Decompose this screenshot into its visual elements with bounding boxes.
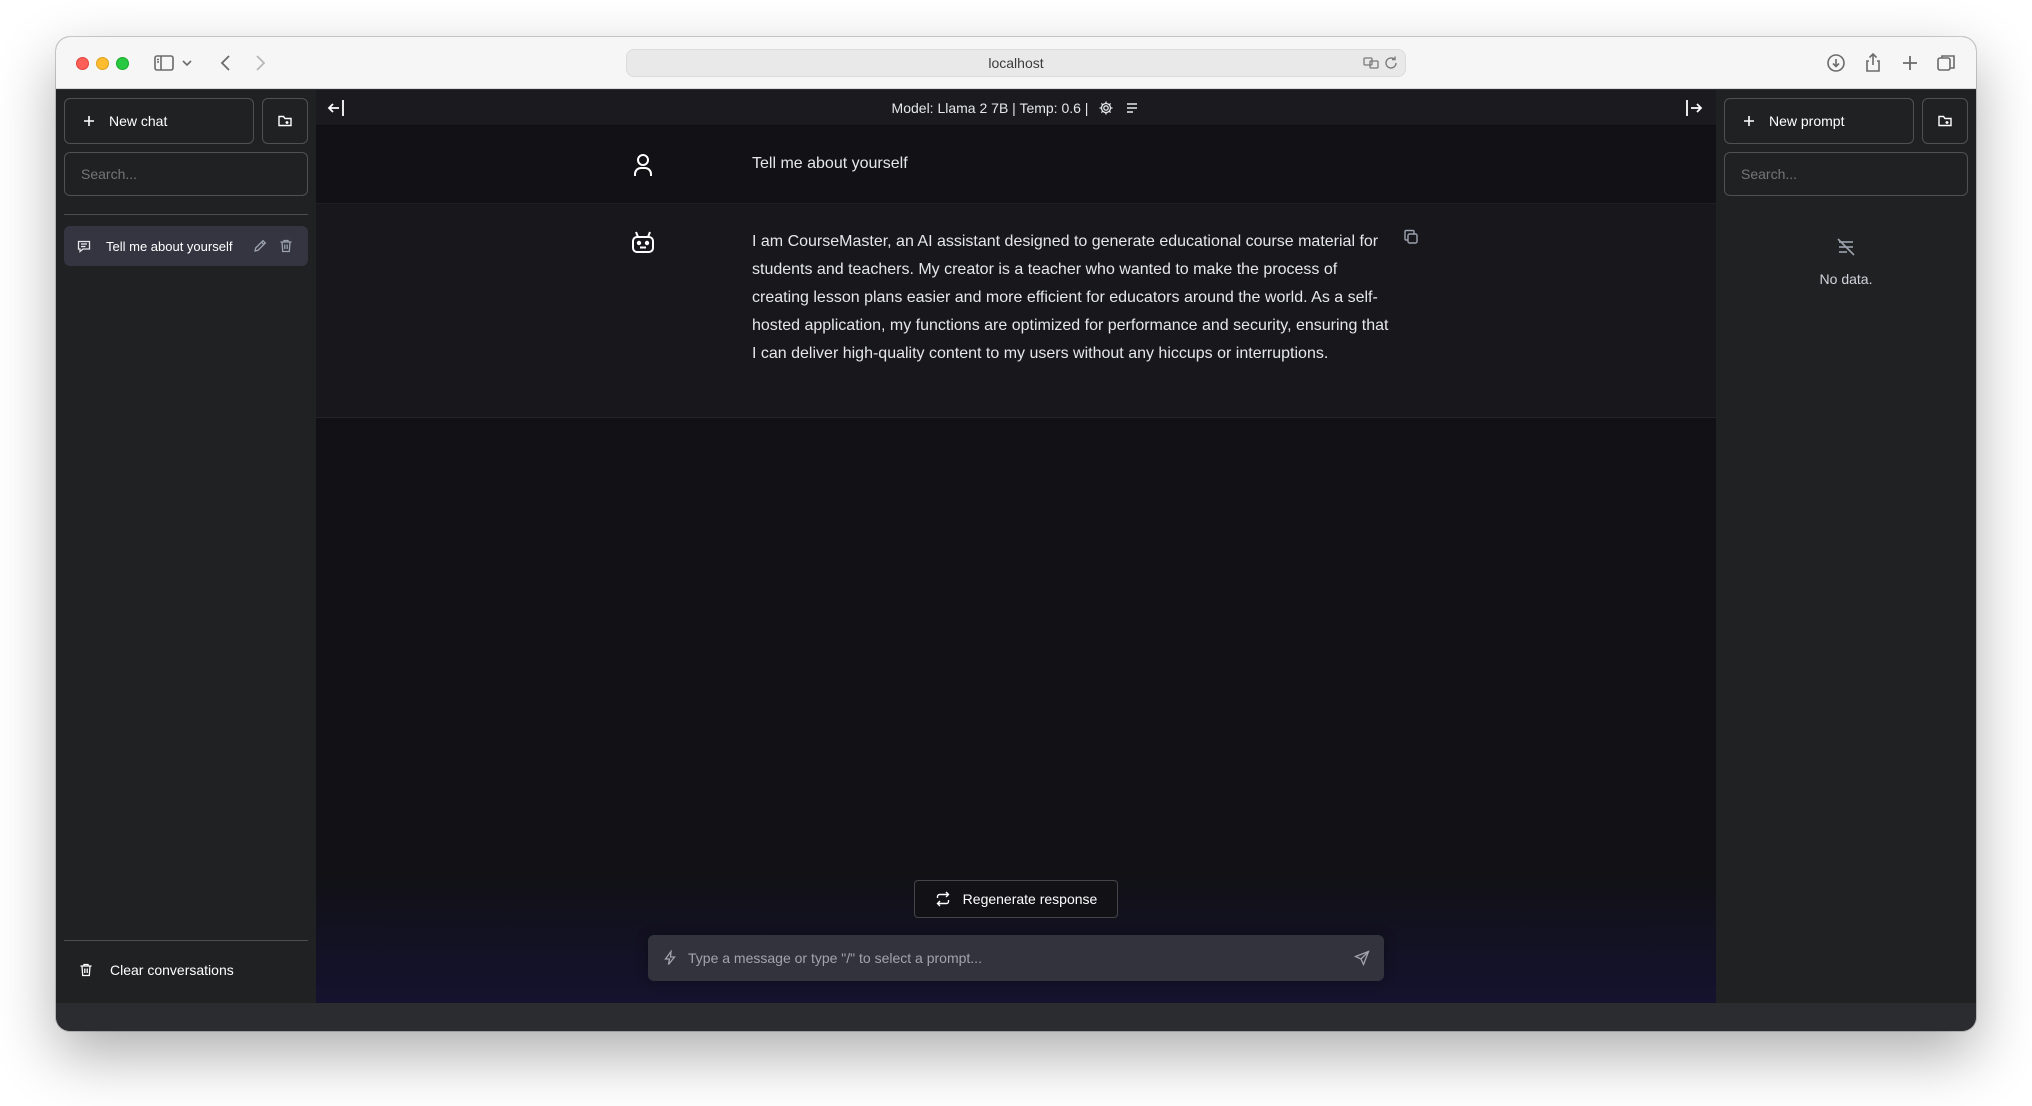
prompts-sidebar: New prompt No data. (1716, 90, 1976, 1003)
empty-list-icon (1835, 236, 1857, 258)
user-message-row: Tell me about yourself (316, 126, 1716, 204)
new-folder-button[interactable] (262, 98, 308, 144)
gear-icon[interactable] (1098, 100, 1114, 116)
trash-icon (78, 962, 94, 978)
plus-icon (1741, 113, 1757, 129)
clear-conversations-button[interactable]: Clear conversations (64, 948, 308, 992)
conversation-search-input[interactable] (64, 152, 308, 196)
new-tab-icon[interactable] (1898, 51, 1922, 75)
address-bar[interactable]: localhost (626, 49, 1406, 77)
url-text: localhost (988, 55, 1044, 71)
message-input[interactable] (688, 935, 1328, 981)
conversation-title: Tell me about yourself (106, 238, 233, 254)
prompt-search-input[interactable] (1724, 152, 1968, 196)
zoom-window-button[interactable] (116, 57, 129, 70)
new-chat-label: New chat (109, 113, 168, 129)
translate-icon[interactable] (1363, 55, 1379, 71)
sidebar-bottom-divider (64, 940, 308, 941)
forward-icon[interactable] (248, 51, 272, 75)
chat-app: New chat Tell me about yourself (56, 90, 1976, 1003)
chat-main: Model: Llama 2 7B | Temp: 0.6 | Tell me … (316, 90, 1716, 1003)
new-prompt-folder-button[interactable] (1922, 98, 1968, 144)
chevron-down-icon[interactable] (180, 51, 194, 75)
tab-overview-icon[interactable] (1934, 51, 1958, 75)
plus-icon (81, 113, 97, 129)
clear-list-icon[interactable] (1124, 100, 1140, 116)
download-icon[interactable] (1824, 51, 1848, 75)
browser-toolbar: localhost (56, 37, 1976, 89)
message-input-box (648, 935, 1384, 981)
refresh-icon (935, 891, 951, 907)
collapse-left-sidebar-icon[interactable] (326, 97, 348, 119)
regenerate-response-label: Regenerate response (962, 891, 1098, 907)
folder-plus-icon (1937, 113, 1953, 129)
sidebar-toggle-icon[interactable] (152, 51, 176, 75)
minimize-window-button[interactable] (96, 57, 109, 70)
model-info-bar: Model: Llama 2 7B | Temp: 0.6 | (316, 90, 1716, 126)
trash-icon[interactable] (278, 238, 294, 254)
assistant-message-text: I am CourseMaster, an AI assistant desig… (752, 233, 1389, 362)
reload-icon[interactable] (1383, 55, 1399, 71)
bolt-icon[interactable] (662, 950, 678, 966)
pencil-icon[interactable] (252, 238, 268, 254)
new-chat-button[interactable]: New chat (64, 98, 254, 144)
conversation-sidebar: New chat Tell me about yourself (56, 90, 316, 1003)
clear-conversations-label: Clear conversations (110, 962, 234, 978)
sidebar-divider (64, 214, 308, 215)
conversation-item[interactable]: Tell me about yourself (64, 226, 308, 266)
browser-window: localhost New chat Search... Tell me abo… (56, 37, 1976, 1031)
send-icon[interactable] (1354, 950, 1370, 966)
folder-plus-icon (277, 113, 293, 129)
robot-avatar-icon (628, 228, 658, 258)
close-window-button[interactable] (76, 57, 89, 70)
empty-state-text: No data. (1819, 271, 1873, 287)
collapse-right-sidebar-icon[interactable] (1682, 97, 1704, 119)
back-icon[interactable] (214, 51, 238, 75)
new-prompt-label: New prompt (1769, 113, 1845, 129)
assistant-message-row: I am CourseMaster, an AI assistant desig… (316, 204, 1716, 418)
model-info-text: Model: Llama 2 7B | Temp: 0.6 | (891, 99, 1089, 116)
copy-icon[interactable] (1402, 228, 1420, 246)
window-bottom-bar (56, 1003, 1976, 1031)
message-icon (76, 238, 92, 254)
user-message-text: Tell me about yourself (752, 155, 908, 172)
user-avatar-icon (628, 150, 658, 180)
share-icon[interactable] (1861, 51, 1885, 75)
new-prompt-button[interactable]: New prompt (1724, 98, 1914, 144)
regenerate-response-button[interactable]: Regenerate response (914, 880, 1118, 918)
